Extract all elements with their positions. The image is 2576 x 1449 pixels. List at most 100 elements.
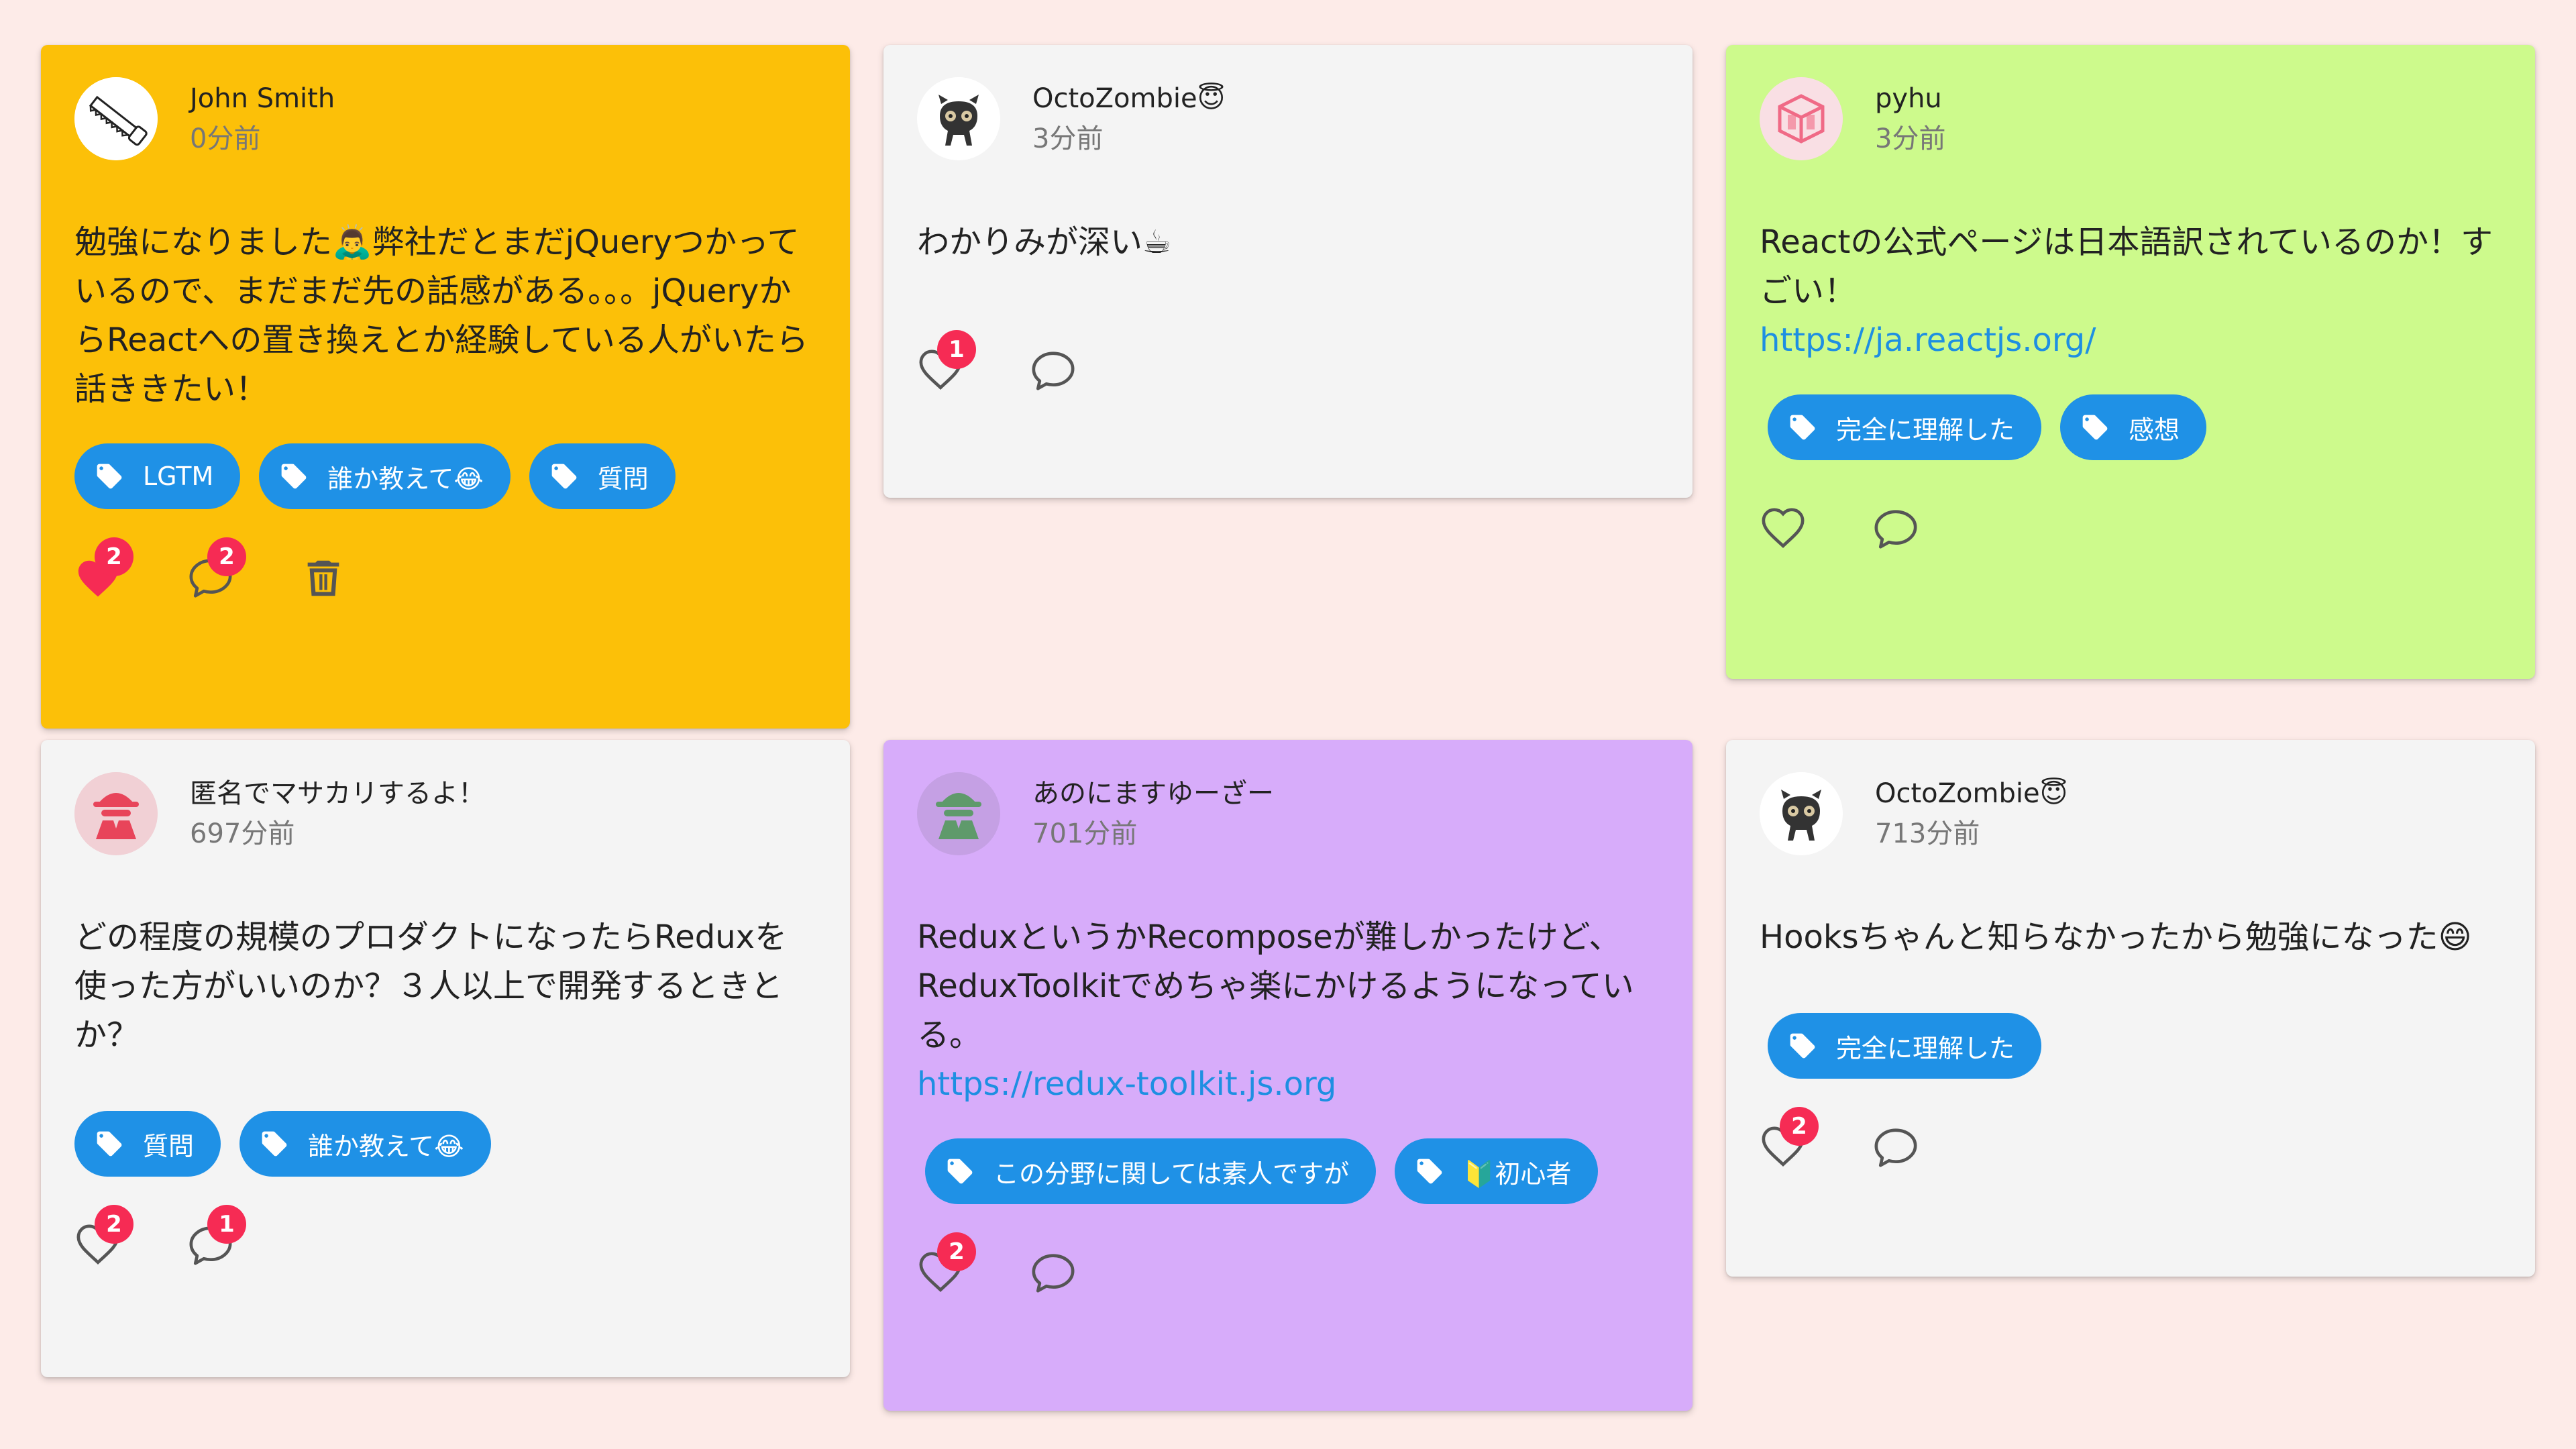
tag-list: LGTM 誰か教えて😂 質問	[74, 443, 816, 509]
post-card: pyhu 3分前 Reactの公式ページは日本語訳されているのか！すごい！ ht…	[1726, 45, 2535, 679]
tag-icon	[549, 462, 579, 491]
tag-label: 誰か教えて😂	[308, 1131, 464, 1161]
post-actions: 2 1	[74, 1205, 816, 1276]
like-button[interactable]: 2	[74, 537, 133, 602]
post-header: John Smith 0分前	[74, 77, 816, 160]
post-time: 0分前	[190, 123, 261, 154]
tag-chip[interactable]: 誰か教えて😂	[239, 1111, 491, 1177]
comment-button[interactable]	[1872, 1124, 1919, 1171]
tag-label: 完全に理解した	[1836, 415, 2015, 445]
post-card: OctoZombie😇 3分前 わかりみが深い☕ 1	[883, 45, 1693, 498]
octocat-avatar-icon	[917, 77, 1000, 160]
tag-list: 質問 誰か教えて😂	[74, 1111, 816, 1177]
spy-avatar-icon	[917, 772, 1000, 855]
avatar[interactable]	[917, 772, 1000, 855]
post-text: Reactの公式ページは日本語訳されているのか！すごい！ https://ja.…	[1760, 218, 2502, 365]
post-actions	[1760, 499, 2502, 559]
tag-chip[interactable]: 感想	[2060, 394, 2207, 460]
comment-button[interactable]	[1030, 1250, 1077, 1297]
tag-icon	[279, 462, 309, 491]
posts-grid: John Smith 0分前 勉強になりました🙇‍♂️弊社だとまだjQueryつ…	[41, 45, 2536, 1449]
spy-avatar-icon	[74, 772, 158, 855]
tag-list: この分野に関しては素人ですが 🔰初心者	[925, 1138, 1659, 1204]
post-text-content: ReduxというかRecomposeが難しかったけど、ReduxToolkitで…	[917, 918, 1634, 1054]
comment-button[interactable]	[1030, 347, 1077, 394]
author-name: pyhu	[1875, 83, 1942, 114]
avatar[interactable]	[1760, 772, 1843, 855]
tag-icon	[945, 1157, 975, 1186]
tag-icon	[260, 1129, 289, 1159]
comment-icon	[1872, 1124, 1919, 1171]
post-card: John Smith 0分前 勉強になりました🙇‍♂️弊社だとまだjQueryつ…	[41, 45, 850, 729]
author-name: あのにますゆーざー	[1032, 778, 1274, 809]
post-actions: 1	[917, 330, 1659, 401]
tag-label: 🔰初心者	[1463, 1159, 1572, 1189]
tag-chip[interactable]: 質問	[529, 443, 676, 509]
like-count-badge: 2	[95, 537, 133, 576]
post-text: ReduxというかRecomposeが難しかったけど、ReduxToolkitで…	[917, 913, 1659, 1109]
post-header: 匿名でマサカリするよ！ 697分前	[74, 772, 816, 855]
post-header: OctoZombie😇 3分前	[917, 77, 1659, 160]
like-count-badge: 2	[937, 1232, 976, 1271]
post-link[interactable]: https://ja.reactjs.org/	[1760, 316, 2502, 365]
post-link[interactable]: https://redux-toolkit.js.org	[917, 1060, 1659, 1109]
tag-chip[interactable]: 誰か教えて😂	[259, 443, 511, 509]
comment-count-badge: 1	[207, 1205, 246, 1244]
tag-chip[interactable]: LGTM	[74, 443, 241, 509]
tag-icon	[95, 462, 124, 491]
like-count-badge: 1	[937, 330, 976, 369]
tag-list: 完全に理解した	[1768, 1013, 2502, 1079]
post-actions: 2	[1760, 1107, 2502, 1178]
tag-chip[interactable]: 質問	[74, 1111, 221, 1177]
comment-icon	[1030, 1250, 1077, 1297]
octocat-avatar-icon	[1760, 772, 1843, 855]
author-name: John Smith	[190, 83, 335, 114]
post-text: Hooksちゃんと知らなかったから勉強になった😄	[1760, 918, 2472, 956]
tag-chip[interactable]: 完全に理解した	[1768, 1013, 2042, 1079]
tag-label: 誰か教えて😂	[327, 464, 484, 494]
comment-count-badge: 2	[207, 537, 246, 576]
comment-icon	[1030, 347, 1077, 394]
tag-chip[interactable]: この分野に関しては素人ですが	[925, 1138, 1377, 1204]
geometric-avatar-icon	[1760, 77, 1843, 160]
like-button[interactable]: 2	[917, 1232, 976, 1297]
tag-list: 完全に理解した 感想	[1768, 394, 2502, 460]
author-name: OctoZombie😇	[1875, 778, 2068, 809]
post-card: あのにますゆーざー 701分前 ReduxというかRecomposeが難しかった…	[883, 740, 1693, 1411]
heart-icon	[1760, 506, 1807, 553]
author-name: OctoZombie😇	[1032, 83, 1226, 114]
tag-label: 質問	[597, 464, 649, 494]
post-time: 697分前	[190, 818, 295, 849]
like-count-badge: 2	[95, 1205, 133, 1244]
comment-button[interactable]: 2	[187, 537, 246, 602]
post-text: 勉強になりました🙇‍♂️弊社だとまだjQueryつかっているので、まだまだ先の話…	[74, 223, 808, 408]
avatar[interactable]	[917, 77, 1000, 160]
tag-icon	[2080, 413, 2110, 442]
trash-icon	[300, 555, 347, 602]
like-button[interactable]: 2	[74, 1205, 133, 1269]
post-card: 匿名でマサカリするよ！ 697分前 どの程度の規模のプロダクトになったらRedu…	[41, 740, 850, 1377]
comment-button[interactable]	[1872, 506, 1919, 553]
tag-label: LGTM	[143, 462, 214, 491]
tag-icon	[1788, 413, 1817, 442]
avatar[interactable]	[74, 77, 158, 160]
like-button[interactable]: 1	[917, 330, 976, 394]
tag-chip[interactable]: 完全に理解した	[1768, 394, 2042, 460]
post-actions: 2 2	[74, 537, 816, 608]
tag-label: 質問	[143, 1131, 195, 1161]
like-button[interactable]: 2	[1760, 1107, 1819, 1171]
avatar[interactable]	[1760, 77, 1843, 160]
post-text: どの程度の規模のプロダクトになったらReduxを使った方がいいのか？３人以上で開…	[74, 918, 788, 1054]
tag-label: この分野に関しては素人ですが	[994, 1159, 1350, 1189]
tag-icon	[1415, 1157, 1444, 1186]
comment-button[interactable]: 1	[187, 1205, 246, 1269]
delete-button[interactable]	[300, 555, 347, 602]
post-card: OctoZombie😇 713分前 Hooksちゃんと知らなかったから勉強になっ…	[1726, 740, 2535, 1277]
post-actions: 2	[917, 1232, 1659, 1303]
like-button[interactable]	[1760, 506, 1807, 553]
avatar[interactable]	[74, 772, 158, 855]
tag-chip[interactable]: 🔰初心者	[1395, 1138, 1599, 1204]
post-header: OctoZombie😇 713分前	[1760, 772, 2502, 855]
post-time: 713分前	[1875, 818, 1980, 849]
post-text-content: Reactの公式ページは日本語訳されているのか！すごい！	[1760, 223, 2493, 310]
